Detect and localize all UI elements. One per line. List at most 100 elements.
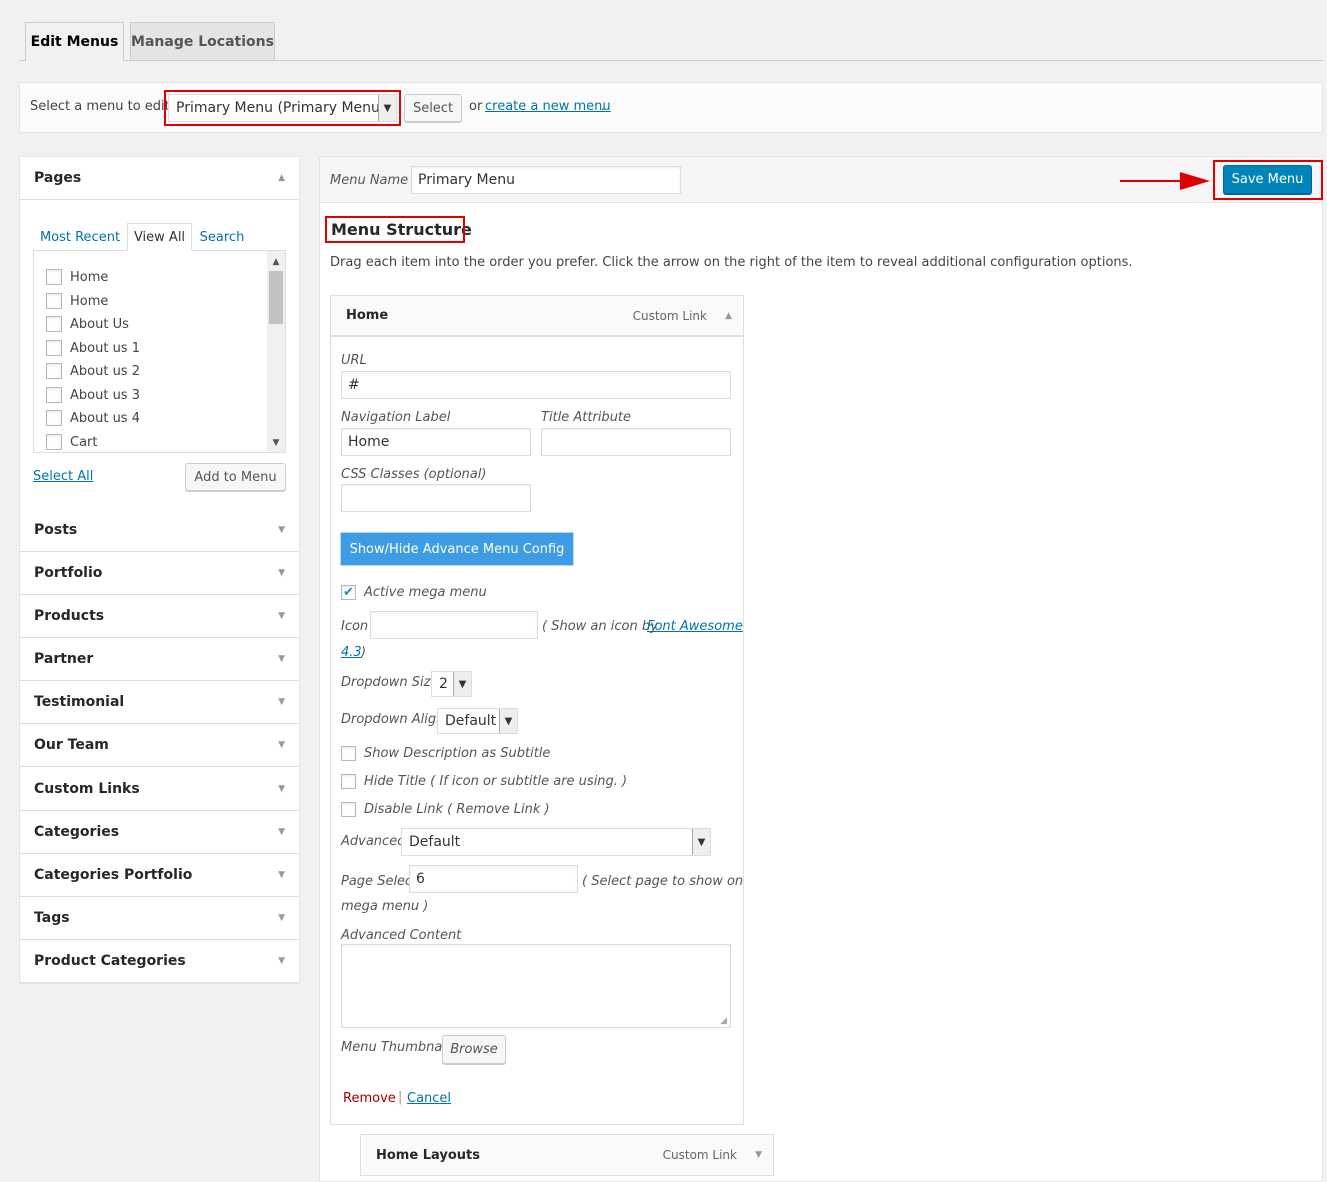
page-select-input[interactable]: 6 xyxy=(409,865,578,893)
accordion-custom-links[interactable]: Custom Links ▼ xyxy=(20,768,299,811)
pages-checklist: Home Home About Us About us 1 About us 2… xyxy=(33,250,286,453)
select-all-link[interactable]: Select All xyxy=(33,469,93,484)
select-button[interactable]: Select xyxy=(404,94,462,122)
list-item[interactable]: About us 1 xyxy=(46,340,140,356)
pages-scrollbar[interactable]: ▲ ▼ xyxy=(267,251,285,452)
icon-label: Icon xyxy=(341,619,369,634)
chevron-down-icon: ▼ xyxy=(278,913,285,923)
dropdown-size-select[interactable]: 2 ▼ xyxy=(431,671,472,697)
accordion-title: Testimonial xyxy=(34,694,125,710)
checkbox[interactable] xyxy=(46,434,62,450)
dropdown-align-select[interactable]: Default ▼ xyxy=(437,708,518,734)
accordion-testimonial[interactable]: Testimonial ▼ xyxy=(20,681,299,724)
resize-handle-icon[interactable]: ◢ xyxy=(720,1016,727,1026)
accordion-tags[interactable]: Tags ▼ xyxy=(20,897,299,940)
checkbox[interactable] xyxy=(341,774,356,789)
accordion-products[interactable]: Products ▼ xyxy=(20,595,299,638)
scroll-thumb[interactable] xyxy=(269,271,283,324)
checkbox[interactable] xyxy=(341,802,356,817)
chevron-down-icon: ▼ xyxy=(278,654,285,664)
css-classes-input[interactable] xyxy=(341,484,531,512)
chevron-down-icon[interactable]: ▼ xyxy=(755,1150,762,1160)
advance-button-label: Show/Hide Advance Menu Config xyxy=(349,541,565,557)
checkmark-icon[interactable]: ✔ xyxy=(341,585,356,600)
show-hide-advance-button[interactable]: Show/Hide Advance Menu Config xyxy=(340,532,574,566)
advanced-content-textarea[interactable]: ◢ xyxy=(341,944,731,1028)
tab-label: Edit Menus xyxy=(30,34,119,50)
advanced-value: Default xyxy=(409,834,461,850)
menu-name-input[interactable]: Primary Menu xyxy=(411,166,681,194)
list-item-label: About us 1 xyxy=(70,340,140,356)
menu-item-handle[interactable]: Home Custom Link ▲ xyxy=(330,295,744,336)
accordion-partner[interactable]: Partner ▼ xyxy=(20,638,299,681)
accordion-portfolio[interactable]: Portfolio ▼ xyxy=(20,552,299,595)
checkbox[interactable] xyxy=(46,316,62,332)
accordion-title: Custom Links xyxy=(34,781,140,797)
chevron-down-icon: ▼ xyxy=(278,611,285,621)
menu-item-type: Custom Link xyxy=(632,308,707,323)
list-item-label: About Us xyxy=(70,316,129,332)
menu-name-value: Primary Menu xyxy=(418,172,515,188)
add-to-menu-button[interactable]: Add to Menu xyxy=(185,463,286,491)
create-new-menu-link[interactable]: create a new menu xyxy=(485,99,611,114)
checkbox[interactable] xyxy=(341,746,356,761)
tab-edit-menus[interactable]: Edit Menus xyxy=(25,22,124,61)
url-value: # xyxy=(348,377,360,393)
chevron-down-icon: ▼ xyxy=(278,740,285,750)
list-item[interactable]: About us 3 xyxy=(46,387,140,403)
tab-view-all[interactable]: View All xyxy=(127,223,192,251)
menu-item-handle[interactable]: Home Layouts Custom Link ▼ xyxy=(360,1134,774,1176)
accordion-categories-portfolio[interactable]: Categories Portfolio ▼ xyxy=(20,854,299,897)
annotation-arrow-line xyxy=(1120,180,1184,182)
advanced-select[interactable]: Default ▼ xyxy=(401,828,711,856)
disable-link-option[interactable]: Disable Link ( Remove Link ) xyxy=(341,802,550,817)
checkbox[interactable] xyxy=(46,269,62,285)
menu-select[interactable]: Primary Menu (Primary Menu) ▼ xyxy=(168,94,397,122)
checkbox[interactable] xyxy=(46,363,62,379)
active-mega-menu-option[interactable]: ✔ Active mega menu xyxy=(341,585,487,600)
tab-manage-locations[interactable]: Manage Locations xyxy=(130,22,275,60)
checkbox[interactable] xyxy=(46,340,62,356)
scroll-up-icon[interactable]: ▲ xyxy=(267,253,285,270)
url-input[interactable]: # xyxy=(341,371,731,399)
list-item[interactable]: Home xyxy=(46,293,108,309)
chevron-down-icon: ▼ xyxy=(278,870,285,880)
font-awesome-version-link[interactable]: 4.3 xyxy=(341,645,362,660)
accordion-product-categories[interactable]: Product Categories ▼ xyxy=(20,940,299,983)
accordion-pages[interactable]: Pages ▲ xyxy=(20,157,299,200)
cancel-link[interactable]: Cancel xyxy=(407,1091,451,1106)
list-item[interactable]: Home xyxy=(46,269,108,285)
checkbox[interactable] xyxy=(46,387,62,403)
page-select-hint: ( Select page to show on xyxy=(582,874,744,889)
accordion-posts[interactable]: Posts ▼ xyxy=(20,509,299,552)
remove-link[interactable]: Remove xyxy=(343,1091,396,1106)
icon-hint-close: ) xyxy=(361,645,367,660)
checkbox[interactable] xyxy=(46,293,62,309)
list-item[interactable]: Cart xyxy=(46,434,98,450)
navigation-label-input[interactable]: Home xyxy=(341,428,531,456)
accordion-categories[interactable]: Categories ▼ xyxy=(20,811,299,854)
list-item[interactable]: About us 4 xyxy=(46,410,140,426)
scroll-down-icon[interactable]: ▼ xyxy=(267,434,285,451)
hide-title-option[interactable]: Hide Title ( If icon or subtitle are usi… xyxy=(341,774,627,789)
save-menu-button[interactable]: Save Menu xyxy=(1223,165,1312,194)
accordion-our-team[interactable]: Our Team ▼ xyxy=(20,724,299,767)
page-select-hint-cont: mega menu ) xyxy=(341,899,429,914)
tab-view-all-label: View All xyxy=(133,229,186,245)
accordion-title: Product Categories xyxy=(34,953,186,969)
title-attribute-input[interactable] xyxy=(541,428,731,456)
dropdown-align-value: Default xyxy=(445,713,497,729)
font-awesome-link[interactable]: Font Awesome xyxy=(647,619,743,634)
browse-button[interactable]: Browse xyxy=(442,1035,506,1064)
tab-most-recent[interactable]: Most Recent xyxy=(33,223,127,251)
show-description-option[interactable]: Show Description as Subtitle xyxy=(341,746,550,761)
tab-label: Manage Locations xyxy=(131,33,274,50)
list-item[interactable]: About Us xyxy=(46,316,129,332)
tab-search[interactable]: Search xyxy=(192,223,252,251)
list-item[interactable]: About us 2 xyxy=(46,363,140,379)
checkbox[interactable] xyxy=(46,410,62,426)
chevron-up-icon[interactable]: ▲ xyxy=(725,311,732,321)
chevron-down-icon: ▼ xyxy=(278,525,285,535)
menu-item-title: Home xyxy=(346,308,389,323)
icon-input[interactable] xyxy=(370,611,538,639)
